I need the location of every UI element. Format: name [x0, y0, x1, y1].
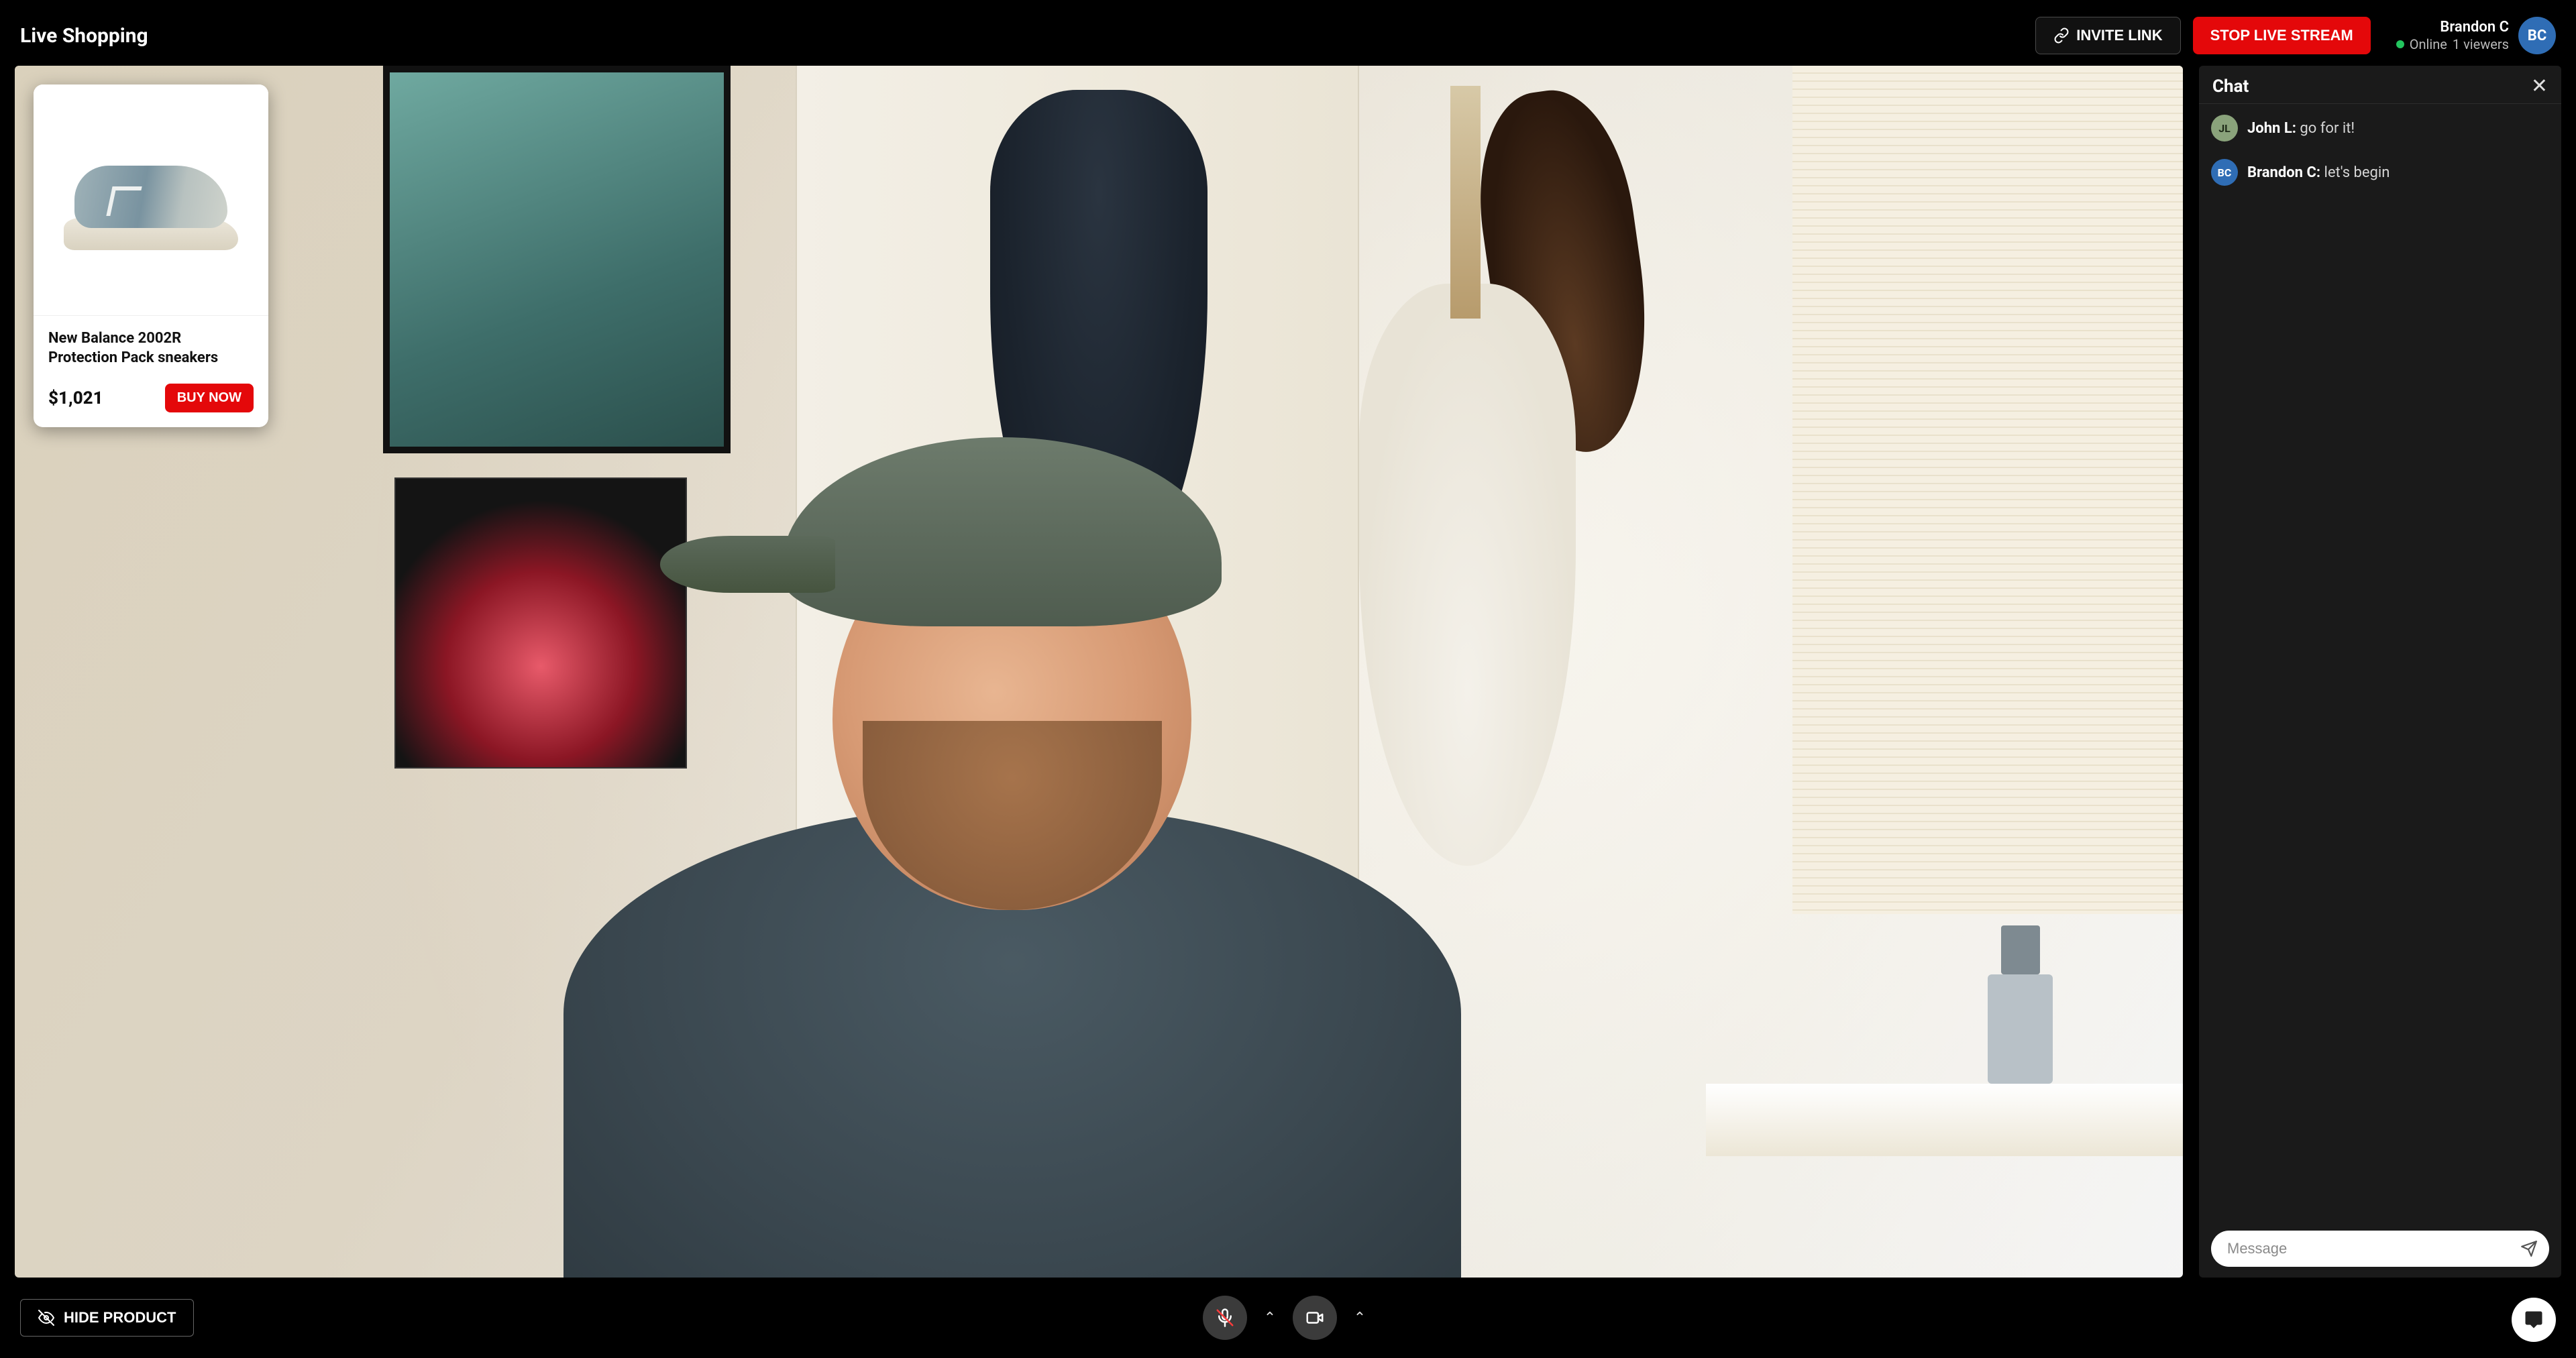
avatar-small: BC [2211, 159, 2238, 186]
app-root: Live Shopping INVITE LINK STOP LIVE STRE… [0, 0, 2576, 1358]
topbar: Live Shopping INVITE LINK STOP LIVE STRE… [0, 0, 2576, 66]
link-icon [2053, 27, 2070, 44]
mic-off-icon [1215, 1308, 1235, 1328]
chat-header: Chat ✕ [2199, 66, 2561, 103]
spray-bottle [1988, 974, 2053, 1084]
product-price: $1,021 [48, 388, 103, 408]
invite-link-button[interactable]: INVITE LINK [2035, 17, 2180, 54]
chat-messages: JL John L: go for it! BC Brandon C: let'… [2199, 111, 2561, 1221]
online-dot-icon [2396, 40, 2404, 48]
chat-author: Brandon C: [2247, 164, 2324, 181]
chat-input-row [2211, 1231, 2549, 1267]
product-name: New Balance 2002R Protection Pack sneake… [48, 329, 254, 367]
chat-panel: Chat ✕ JL John L: go for it! BC Brandon … [2199, 66, 2561, 1278]
viewer-count: 1 viewers [2453, 36, 2509, 52]
camera-options-button[interactable]: ⌃ [1346, 1296, 1373, 1340]
main-row: New Balance 2002R Protection Pack sneake… [0, 66, 2576, 1278]
hide-product-button[interactable]: HIDE PRODUCT [20, 1299, 194, 1337]
window-blind [1792, 66, 2183, 914]
eye-off-icon [38, 1310, 54, 1326]
chat-text: let's begin [2324, 164, 2390, 181]
product-row: $1,021 BUY NOW [48, 384, 254, 412]
av-controls: ⌃ ⌃ [1203, 1296, 1373, 1340]
avatar[interactable]: BC [2518, 17, 2556, 54]
bottombar: HIDE PRODUCT ⌃ ⌃ [0, 1278, 2576, 1358]
product-image [34, 84, 268, 316]
support-chat-button[interactable] [2512, 1298, 2556, 1342]
video-column: New Balance 2002R Protection Pack sneake… [15, 66, 2183, 1278]
sneaker-icon [64, 150, 238, 250]
chat-title: Chat [2212, 76, 2249, 97]
camera-toggle-button[interactable] [1293, 1296, 1337, 1340]
chat-input[interactable] [2227, 1240, 2516, 1257]
product-body: New Balance 2002R Protection Pack sneake… [34, 316, 268, 427]
chat-text: go for it! [2300, 120, 2355, 137]
video-stream: New Balance 2002R Protection Pack sneake… [15, 66, 2183, 1278]
chat-author: John L: [2247, 120, 2300, 137]
stop-stream-label: STOP LIVE STREAM [2210, 27, 2353, 44]
chat-separator [2199, 103, 2561, 104]
invite-link-label: INVITE LINK [2076, 27, 2162, 44]
chat-message: JL John L: go for it! [2211, 115, 2549, 142]
window-sill [1706, 1084, 2183, 1156]
chevron-up-icon: ⌃ [1264, 1310, 1276, 1326]
chevron-up-icon: ⌃ [1354, 1310, 1366, 1326]
mic-toggle-button[interactable] [1203, 1296, 1247, 1340]
user-name: Brandon C [2440, 19, 2509, 36]
user-text: Brandon C Online 1 viewers [2396, 19, 2509, 52]
product-card: New Balance 2002R Protection Pack sneake… [34, 84, 268, 427]
presenter [513, 381, 1511, 1278]
hide-product-label: HIDE PRODUCT [64, 1309, 176, 1326]
stop-stream-button[interactable]: STOP LIVE STREAM [2193, 17, 2371, 54]
user-block[interactable]: Brandon C Online 1 viewers BC [2396, 17, 2556, 54]
chat-line: John L: go for it! [2247, 120, 2355, 137]
page-title: Live Shopping [20, 24, 148, 48]
send-button[interactable] [2516, 1235, 2542, 1262]
chat-message: BC Brandon C: let's begin [2211, 159, 2549, 186]
send-icon [2520, 1240, 2538, 1257]
camera-icon [1305, 1308, 1325, 1328]
close-icon[interactable]: ✕ [2531, 76, 2548, 97]
avatar-small: JL [2211, 115, 2238, 142]
buy-now-button[interactable]: BUY NOW [165, 384, 254, 412]
user-status-row: Online 1 viewers [2396, 36, 2509, 52]
chat-line: Brandon C: let's begin [2247, 164, 2390, 181]
user-status: Online [2410, 36, 2447, 52]
mic-options-button[interactable]: ⌃ [1256, 1296, 1283, 1340]
chat-bubble-icon [2524, 1310, 2544, 1330]
